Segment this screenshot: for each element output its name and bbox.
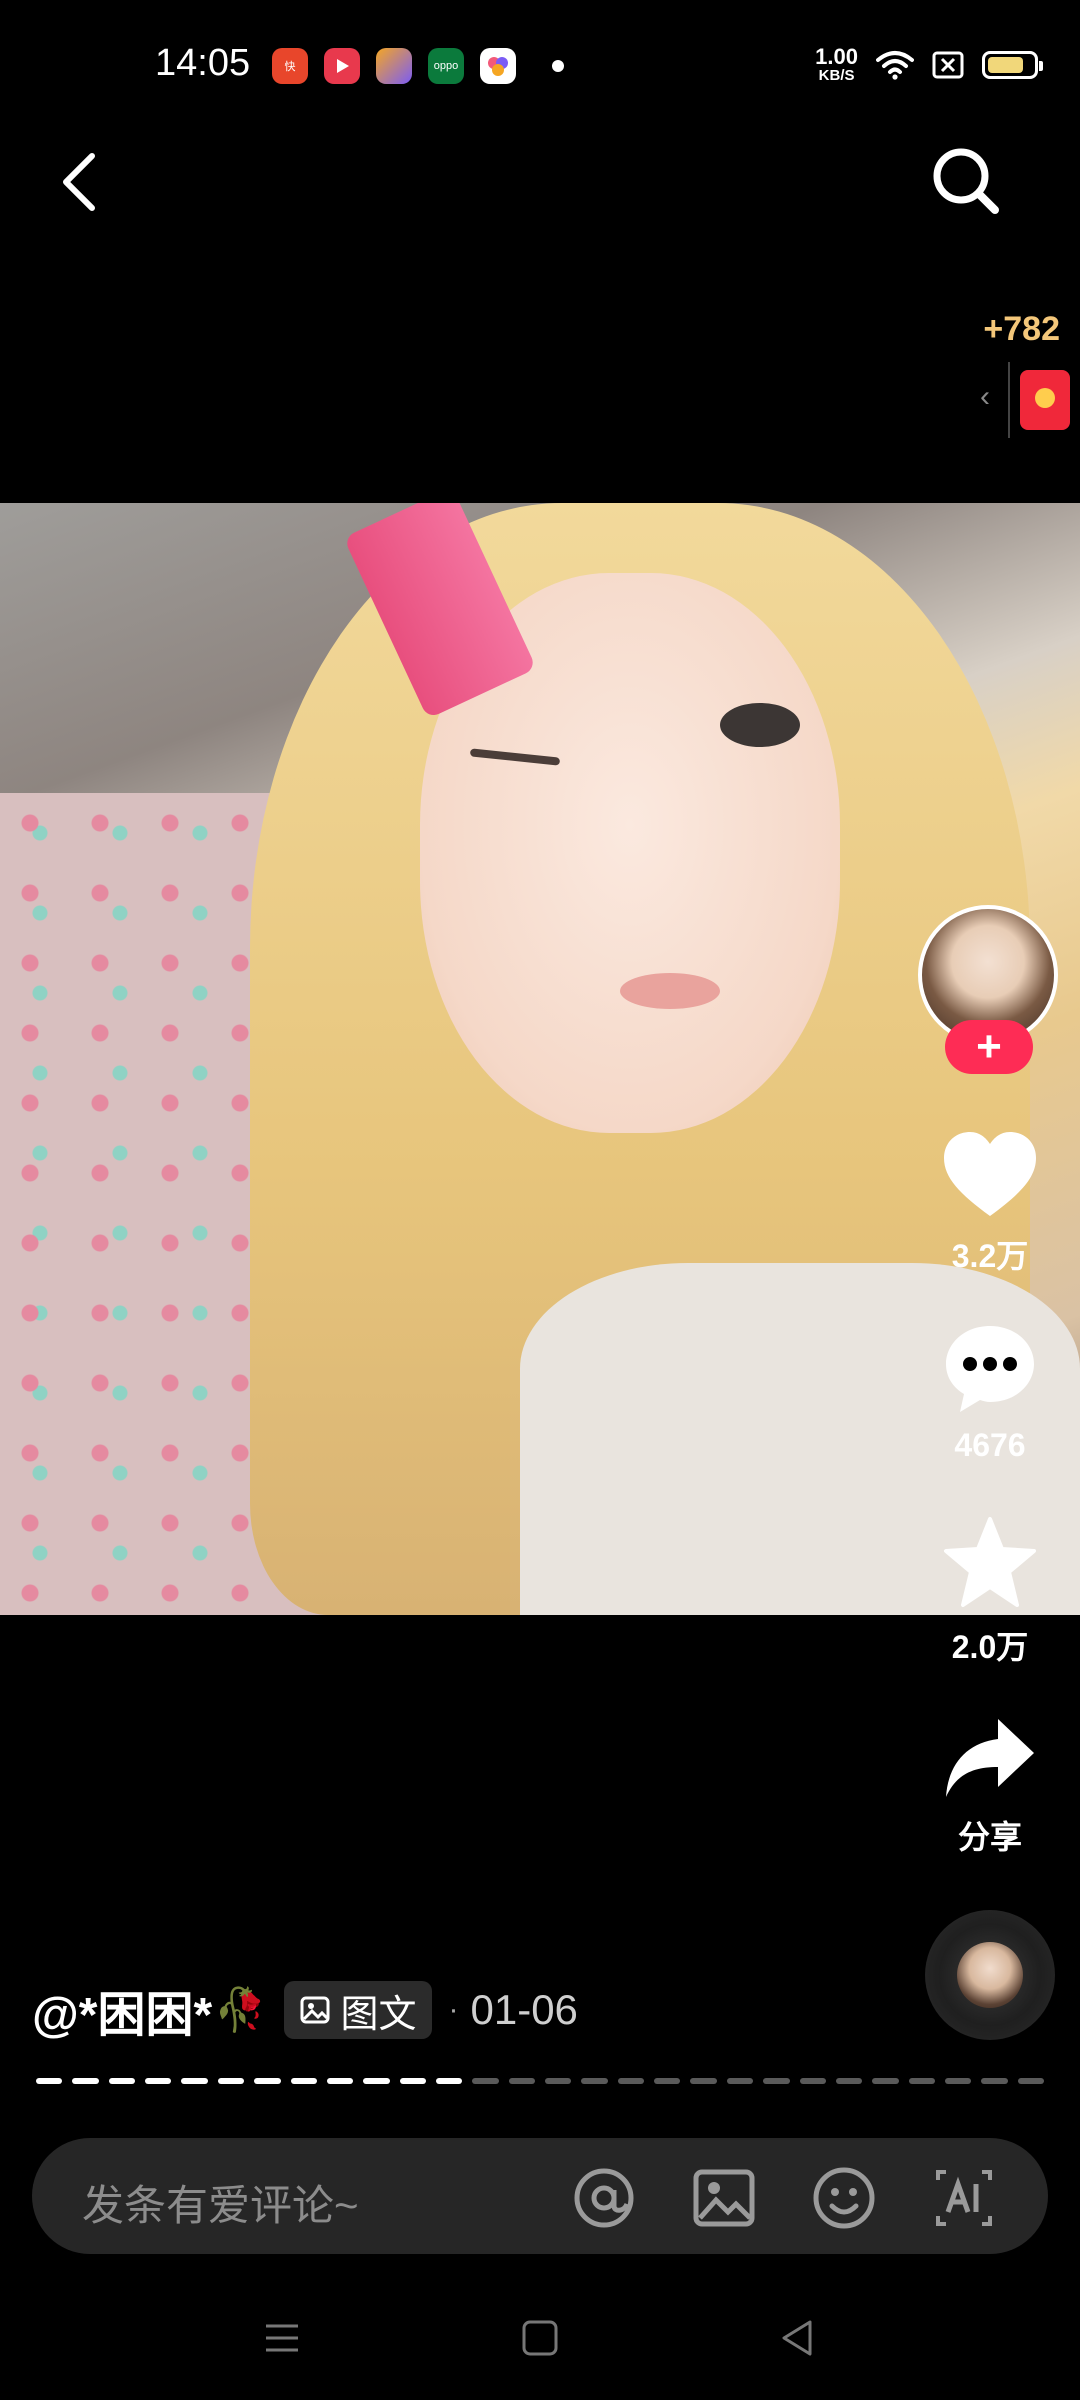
photo-lips (620, 973, 720, 1009)
favorite-count: 2.0万 (951, 1629, 1029, 1665)
red-packet-icon[interactable] (1020, 370, 1070, 430)
wifi-icon (876, 50, 914, 80)
battery-fill (988, 56, 1023, 73)
progress-segment (108, 2078, 136, 2084)
video-play-icon (324, 48, 360, 84)
comment-count: 4676 (954, 1427, 1026, 1463)
progress-segment (1017, 2078, 1045, 2084)
kuaishou-icon: 快 (272, 48, 308, 84)
net-speed-unit: KB/S (818, 67, 855, 84)
ai-icon[interactable] (932, 2166, 996, 2230)
system-nav-bar (0, 2300, 1080, 2380)
home-icon[interactable] (518, 2316, 562, 2360)
progress-segment (654, 2078, 681, 2084)
progress-segment (981, 2078, 1008, 2084)
progress-segment (290, 2078, 317, 2084)
follow-button[interactable]: + (945, 1020, 1033, 1074)
image-icon (300, 1996, 330, 2024)
status-right: 1.00 KB/S (815, 44, 1043, 84)
progress-segment (472, 2078, 499, 2084)
battery-icon (982, 50, 1043, 79)
share-action[interactable]: 分享 (930, 1715, 1050, 1858)
progress-segment (508, 2078, 536, 2084)
comment-input[interactable]: 发条有爱评论~ (32, 2138, 1048, 2254)
progress-segment (944, 2078, 972, 2084)
status-app-icons: 快 oppo (272, 48, 564, 84)
progress-segment (799, 2078, 826, 2084)
progress-segment (617, 2078, 645, 2084)
mention-icon[interactable] (572, 2166, 636, 2230)
progress-segment (835, 2078, 863, 2084)
author-name[interactable]: @*困困* (32, 1975, 212, 2045)
back-nav-icon[interactable] (776, 2316, 820, 2360)
chevron-left-icon[interactable]: ‹ (980, 380, 990, 414)
progress-segment (908, 2078, 935, 2084)
post-date: 01-06 (470, 1986, 578, 2033)
progress-segment (581, 2078, 608, 2084)
share-label: 分享 (957, 1819, 1022, 1855)
share-icon[interactable] (942, 1715, 1038, 1801)
net-speed: 1.00 KB/S (815, 44, 858, 84)
post-type-label: 图文 (340, 1993, 417, 2036)
heart-icon[interactable] (940, 1130, 1040, 1220)
emoji-icon[interactable] (812, 2166, 876, 2230)
progress-segment (72, 2078, 99, 2084)
music-disc-cover (957, 1942, 1023, 2008)
no-sim-icon (932, 51, 964, 78)
progress-segment (36, 2078, 63, 2084)
comment-icon[interactable] (942, 1320, 1038, 1416)
photo-eye-open (720, 703, 800, 747)
star-icon[interactable] (942, 1515, 1038, 1611)
search-button[interactable] (925, 140, 1005, 220)
progress-segment (726, 2078, 754, 2084)
photo-app-icon (480, 48, 516, 84)
progress-segment (145, 2078, 172, 2084)
post-type-badge: 图文 (284, 1981, 433, 2039)
progress-segment (545, 2078, 572, 2084)
rose-emoji-icon: 🥀 (214, 1985, 267, 2033)
image-picker-icon[interactable] (692, 2166, 756, 2230)
progress-segment (435, 2078, 463, 2084)
progress-segment (217, 2078, 245, 2084)
progress-segment (326, 2078, 354, 2084)
menu-icon[interactable] (260, 2316, 304, 2360)
music-disc[interactable] (925, 1910, 1055, 2040)
comment-placeholder[interactable]: 发条有爱评论~ (82, 2172, 359, 2233)
like-count: 3.2万 (951, 1238, 1029, 1274)
like-action[interactable]: 3.2万 (930, 1130, 1050, 1277)
progress-segment (254, 2078, 281, 2084)
net-speed-value: 1.00 (815, 44, 858, 69)
reward-divider (1008, 362, 1010, 438)
oppo-icon: oppo (428, 48, 464, 84)
bundle-app-icon (376, 48, 412, 84)
progress-segment (690, 2078, 717, 2084)
comment-action[interactable]: 4676 (930, 1320, 1050, 1464)
notification-dot (552, 60, 564, 72)
progress-segment (181, 2078, 208, 2084)
progress-segment (363, 2078, 390, 2084)
slide-progress[interactable] (36, 2078, 1045, 2084)
progress-segment (763, 2078, 790, 2084)
back-button[interactable] (50, 142, 110, 222)
progress-segment (872, 2078, 899, 2084)
post-info: @*困困* 🥀 图文 · 01-06 (32, 1975, 578, 2045)
status-time: 14:05 (155, 42, 251, 84)
reward-count[interactable]: +782 (983, 310, 1060, 349)
post-image[interactable] (0, 503, 1080, 1615)
progress-segment (399, 2078, 426, 2084)
favorite-action[interactable]: 2.0万 (930, 1515, 1050, 1668)
date-separator: · (448, 1993, 459, 2026)
